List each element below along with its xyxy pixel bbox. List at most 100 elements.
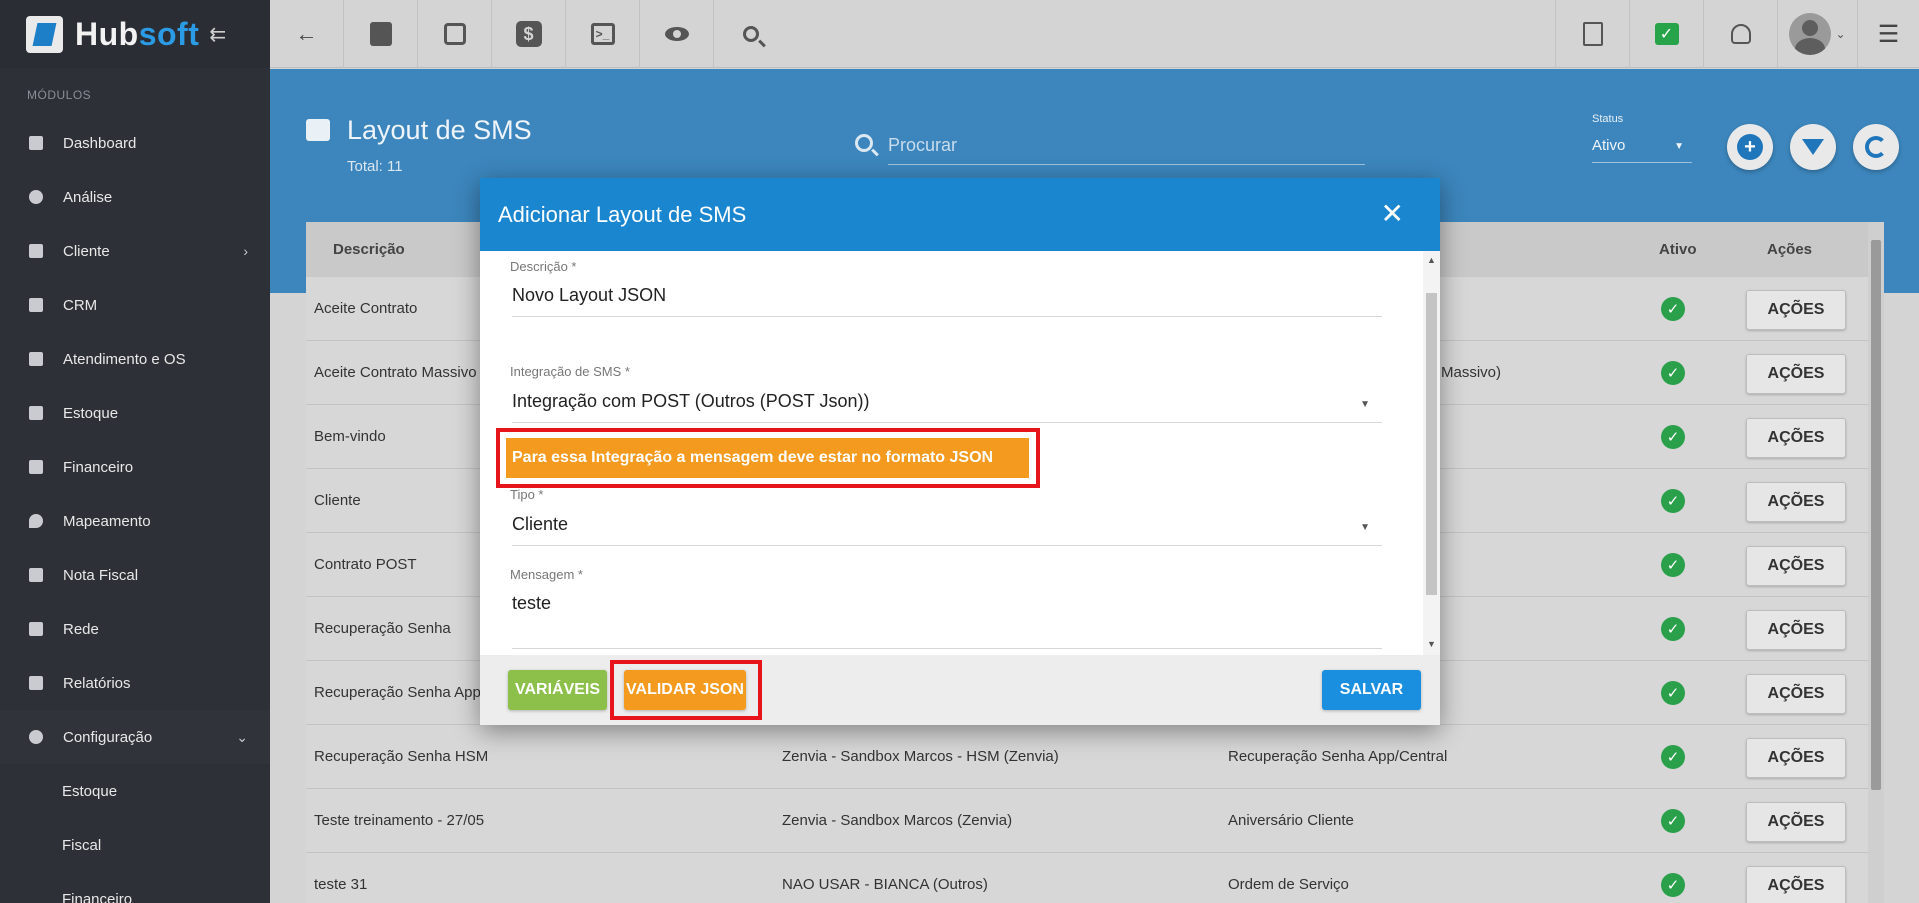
- acoes-button[interactable]: AÇÕES: [1746, 290, 1846, 330]
- scroll-down-icon[interactable]: ▼: [1427, 639, 1436, 649]
- sidebar-item-atendimento[interactable]: Atendimento e OS: [0, 332, 270, 386]
- sidebar-item-label: Cliente: [63, 242, 110, 260]
- header-acoes: Ações: [1767, 241, 1813, 258]
- acoes-button[interactable]: AÇÕES: [1746, 610, 1846, 650]
- user-menu-button[interactable]: ⌄: [1777, 0, 1857, 68]
- acoes-button[interactable]: AÇÕES: [1746, 482, 1846, 522]
- sidebar-item-crm[interactable]: CRM: [0, 278, 270, 332]
- check-circle-icon: ✓: [1661, 681, 1685, 705]
- check-circle-icon: ✓: [1661, 297, 1685, 321]
- mensagem-textarea[interactable]: teste: [512, 593, 1382, 649]
- cell-descricao: teste 31: [314, 876, 368, 893]
- check-circle-icon: ✓: [1661, 361, 1685, 385]
- sidebar-item-label: Dashboard: [63, 134, 137, 152]
- filter-icon: [1802, 139, 1824, 155]
- acoes-button[interactable]: AÇÕES: [1746, 418, 1846, 458]
- tasks-button[interactable]: ✓: [1629, 0, 1703, 68]
- sidebar-subitem-fiscal[interactable]: Fiscal: [0, 818, 270, 872]
- scroll-up-icon[interactable]: ▲: [1427, 255, 1436, 265]
- caret-down-icon: ▼: [1360, 522, 1370, 533]
- sidebar-item-financeiro[interactable]: Financeiro: [0, 440, 270, 494]
- json-warning-message: Para essa Integração a mensagem deve est…: [506, 438, 1029, 478]
- contact-card-icon: [369, 22, 392, 46]
- refresh-button[interactable]: [1853, 124, 1899, 170]
- cell-descricao: Teste treinamento - 27/05: [314, 812, 485, 829]
- dialog-footer: VARIÁVEIS VALIDAR JSON SALVAR: [480, 655, 1440, 725]
- save-button[interactable]: SALVAR: [1322, 670, 1421, 710]
- pdf-button[interactable]: [1555, 0, 1629, 68]
- dialog-scrollbar[interactable]: ▲ ▼: [1423, 251, 1440, 655]
- sidebar-item-label: Mapeamento: [63, 512, 151, 530]
- box-icon: [29, 406, 43, 420]
- sidebar-item-cliente[interactable]: Cliente ›: [0, 224, 270, 278]
- add-button[interactable]: +: [1727, 124, 1773, 170]
- integracao-select[interactable]: Integração com POST (Outros (POST Json))…: [512, 391, 1382, 423]
- cell-descricao: Aceite Contrato: [314, 300, 418, 317]
- top-bar: ← $ >_ ✓ ⌄ ☰: [270, 0, 1919, 68]
- sidebar-item-nota-fiscal[interactable]: Nota Fiscal: [0, 548, 270, 602]
- filter-button[interactable]: [1790, 124, 1836, 170]
- table-scrollbar[interactable]: [1868, 222, 1884, 903]
- caret-down-icon: ▼: [1674, 141, 1684, 152]
- report-icon: [29, 676, 43, 690]
- check-circle-icon: ✓: [1661, 873, 1685, 897]
- cell-integracao: Zenvia - Sandbox Marcos - HSM (Zenvia): [782, 748, 1059, 765]
- list-menu-button[interactable]: ☰: [1857, 0, 1919, 68]
- sidebar-item-label: Relatórios: [63, 674, 131, 692]
- sidebar-item-estoque[interactable]: Estoque: [0, 386, 270, 440]
- validar-highlight: VALIDAR JSON: [610, 660, 762, 720]
- status-select[interactable]: Ativo ▼: [1592, 131, 1692, 163]
- status-label: Status: [1592, 113, 1624, 125]
- tipo-select[interactable]: Cliente ▼: [512, 514, 1382, 546]
- scrollbar-thumb[interactable]: [1426, 293, 1437, 595]
- cell-descricao: Contrato POST: [314, 556, 417, 573]
- sidebar-item-rede[interactable]: Rede: [0, 602, 270, 656]
- table-row: teste 31 NAO USAR - BIANCA (Outros) Orde…: [306, 853, 1884, 903]
- close-icon[interactable]: ✕: [1381, 200, 1404, 228]
- search-icon: [743, 26, 759, 42]
- terminal-button[interactable]: >_: [566, 0, 640, 68]
- calendar-clock-icon: [29, 352, 43, 366]
- search-input[interactable]: [888, 127, 1365, 165]
- acoes-button[interactable]: AÇÕES: [1746, 738, 1846, 778]
- variaveis-button[interactable]: VARIÁVEIS: [508, 670, 607, 710]
- notifications-button[interactable]: [1703, 0, 1777, 68]
- view-button[interactable]: [640, 0, 714, 68]
- sidebar-subitem-estoque[interactable]: Estoque: [0, 764, 270, 818]
- chart-pie-icon: [29, 190, 43, 204]
- pdf-icon: [1582, 22, 1603, 46]
- contacts-button[interactable]: [344, 0, 418, 68]
- search-button[interactable]: [714, 0, 788, 68]
- acoes-button[interactable]: AÇÕES: [1746, 354, 1846, 394]
- sidebar-item-analise[interactable]: Análise: [0, 170, 270, 224]
- sidebar-item-dashboard[interactable]: Dashboard: [0, 116, 270, 170]
- cell-integracao: NAO USAR - BIANCA (Outros): [782, 876, 988, 893]
- finance-button[interactable]: $: [492, 0, 566, 68]
- table-row: Recuperação Senha HSM Zenvia - Sandbox M…: [306, 725, 1884, 789]
- descricao-input[interactable]: Novo Layout JSON: [512, 285, 1382, 317]
- sidebar-subitem-financeiro[interactable]: Financeiro: [0, 872, 270, 903]
- acoes-button[interactable]: AÇÕES: [1746, 546, 1846, 586]
- acoes-button[interactable]: AÇÕES: [1746, 866, 1846, 903]
- acoes-button[interactable]: AÇÕES: [1746, 674, 1846, 714]
- board-icon: [29, 298, 43, 312]
- brand-name-part1: Hub: [75, 15, 139, 52]
- modules-section-label: MÓDULOS: [27, 88, 92, 102]
- search-icon: [855, 134, 873, 152]
- sidebar-item-configuracao[interactable]: Configuração ⌄: [0, 710, 270, 764]
- sidebar: Hubsoft ⇇ MÓDULOS Dashboard Análise Clie…: [0, 0, 270, 903]
- dialog-title: Adicionar Layout de SMS: [498, 201, 747, 227]
- add-sms-layout-dialog: Adicionar Layout de SMS ✕ Descrição * No…: [480, 178, 1440, 725]
- validar-json-button[interactable]: VALIDAR JSON: [624, 670, 746, 710]
- scrollbar-thumb[interactable]: [1871, 240, 1881, 790]
- sidebar-item-mapeamento[interactable]: Mapeamento: [0, 494, 270, 548]
- back-button[interactable]: ←: [270, 0, 344, 68]
- cell-descricao: Recuperação Senha: [314, 620, 451, 637]
- grid-icon: [29, 136, 43, 150]
- sidebar-item-relatorios[interactable]: Relatórios: [0, 656, 270, 710]
- collapse-sidebar-icon[interactable]: ⇇: [209, 22, 226, 47]
- acoes-button[interactable]: AÇÕES: [1746, 802, 1846, 842]
- dollar-icon: $: [515, 21, 542, 47]
- cell-tipo: Ordem de Serviço: [1228, 876, 1349, 893]
- schedule-button[interactable]: [418, 0, 492, 68]
